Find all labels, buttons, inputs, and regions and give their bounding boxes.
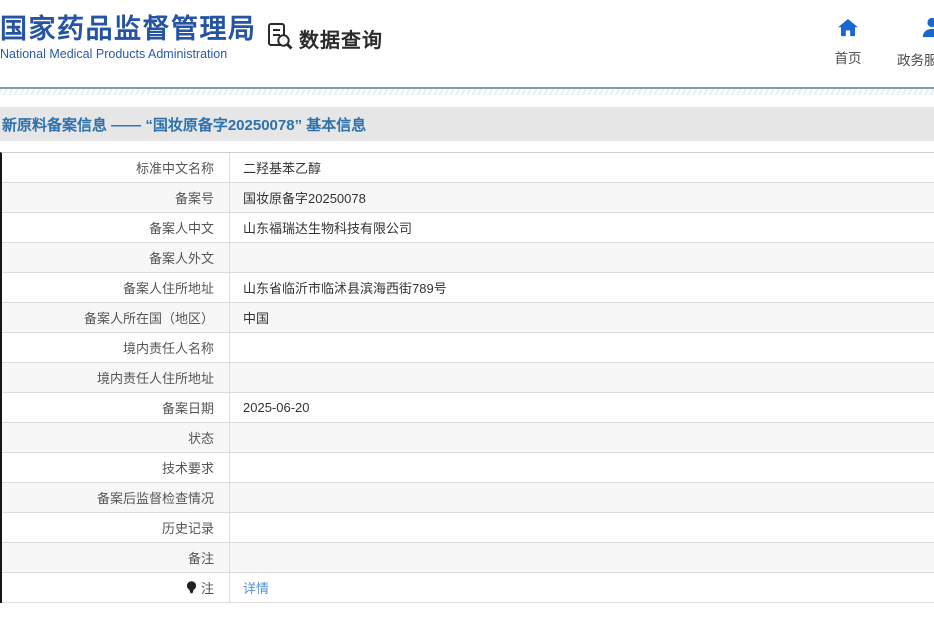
- logo-title-cn: 国家药品监督管理局: [0, 13, 257, 45]
- site-header: 国家药品监督管理局 National Medical Products Admi…: [0, 0, 934, 87]
- table-row: 备案后监督检查情况: [2, 483, 934, 513]
- table-row: 境内责任人名称: [2, 333, 934, 363]
- row-value: 国妆原备字20250078: [230, 183, 934, 212]
- row-label-text: 备案日期: [162, 398, 214, 417]
- table-row: 标准中文名称 二羟基苯乙醇: [2, 153, 934, 183]
- table-row: 技术要求: [2, 453, 934, 483]
- row-label: 标准中文名称: [2, 153, 230, 182]
- table-row: 状态: [2, 423, 934, 453]
- row-label: 境内责任人名称: [2, 333, 230, 362]
- nav-government-services[interactable]: 政务服务: [897, 17, 934, 69]
- row-value: 详情: [230, 573, 934, 602]
- table-row: 注 详情: [2, 573, 934, 603]
- nav-home-label: 首页: [835, 47, 862, 67]
- table-row: 备案人所在国（地区） 中国: [2, 303, 934, 333]
- row-label-text: 境内责任人住所地址: [97, 368, 214, 387]
- row-label-text: 技术要求: [162, 458, 214, 477]
- row-label: 备案号: [2, 183, 230, 212]
- table-row: 备案日期 2025-06-20: [2, 393, 934, 423]
- row-value: [230, 333, 934, 362]
- row-label: 备案后监督检查情况: [2, 483, 230, 512]
- row-value: 2025-06-20: [230, 393, 934, 422]
- table-row: 境内责任人住所地址: [2, 363, 934, 393]
- row-value: 山东省临沂市临沭县滨海西街789号: [230, 273, 934, 302]
- row-value: [230, 363, 934, 392]
- nav-gov-label: 政务服务: [897, 49, 934, 69]
- row-value: [230, 453, 934, 482]
- header-divider-hatch: [0, 89, 934, 95]
- row-label: 备案人所在国（地区）: [2, 303, 230, 332]
- note-bulb-icon: [186, 581, 197, 594]
- row-value: [230, 483, 934, 512]
- row-label-text: 备案人中文: [149, 218, 214, 237]
- document-search-icon: [264, 21, 294, 56]
- row-value: [230, 513, 934, 542]
- table-row: 备案人外文: [2, 243, 934, 273]
- data-query-label: 数据查询: [299, 24, 383, 53]
- page-title: 新原料备案信息 —— “国妆原备字20250078” 基本信息: [0, 114, 366, 135]
- table-row: 备注: [2, 543, 934, 573]
- row-value: [230, 543, 934, 572]
- row-label: 境内责任人住所地址: [2, 363, 230, 392]
- row-label-text: 备注: [188, 548, 214, 567]
- table-row: 备案人住所地址 山东省临沂市临沭县滨海西街789号: [2, 273, 934, 303]
- row-label: 备案人住所地址: [2, 273, 230, 302]
- row-value: 二羟基苯乙醇: [230, 153, 934, 182]
- row-label: 备案人外文: [2, 243, 230, 272]
- row-label: 备案人中文: [2, 213, 230, 242]
- row-label-text: 备案人外文: [149, 248, 214, 267]
- page: 国家药品监督管理局 National Medical Products Admi…: [0, 0, 934, 621]
- row-label: 注: [2, 573, 230, 602]
- row-value: 山东福瑞达生物科技有限公司: [230, 213, 934, 242]
- person-icon: [921, 17, 934, 44]
- row-value: [230, 423, 934, 452]
- row-label-text: 境内责任人名称: [123, 338, 214, 357]
- table-row: 备案号 国妆原备字20250078: [2, 183, 934, 213]
- logo-title-en: National Medical Products Administration: [0, 47, 257, 61]
- nmpa-logo[interactable]: 国家药品监督管理局 National Medical Products Admi…: [0, 13, 257, 61]
- data-query-section[interactable]: 数据查询: [264, 21, 383, 56]
- nav-home[interactable]: 首页: [830, 19, 866, 67]
- info-table: 标准中文名称 二羟基苯乙醇 备案号 国妆原备字20250078 备案人中文 山东…: [0, 152, 934, 603]
- row-label-text: 备案人所在国（地区）: [84, 308, 214, 327]
- row-label: 历史记录: [2, 513, 230, 542]
- row-label-text: 备案后监督检查情况: [97, 488, 214, 507]
- row-label: 备注: [2, 543, 230, 572]
- table-row: 备案人中文 山东福瑞达生物科技有限公司: [2, 213, 934, 243]
- row-label: 状态: [2, 423, 230, 452]
- row-label-text: 状态: [188, 428, 214, 447]
- table-row: 历史记录: [2, 513, 934, 543]
- row-label-text: 历史记录: [162, 518, 214, 537]
- row-label: 技术要求: [2, 453, 230, 482]
- section-title-bar: 新原料备案信息 —— “国妆原备字20250078” 基本信息: [0, 107, 934, 141]
- row-label: 备案日期: [2, 393, 230, 422]
- row-value: [230, 243, 934, 272]
- row-value: 中国: [230, 303, 934, 332]
- detail-link[interactable]: 详情: [243, 578, 269, 597]
- home-icon: [838, 19, 858, 42]
- row-label-text: 注: [201, 578, 214, 597]
- row-label-text: 备案人住所地址: [123, 278, 214, 297]
- row-label-text: 标准中文名称: [136, 158, 214, 177]
- row-label-text: 备案号: [175, 188, 214, 207]
